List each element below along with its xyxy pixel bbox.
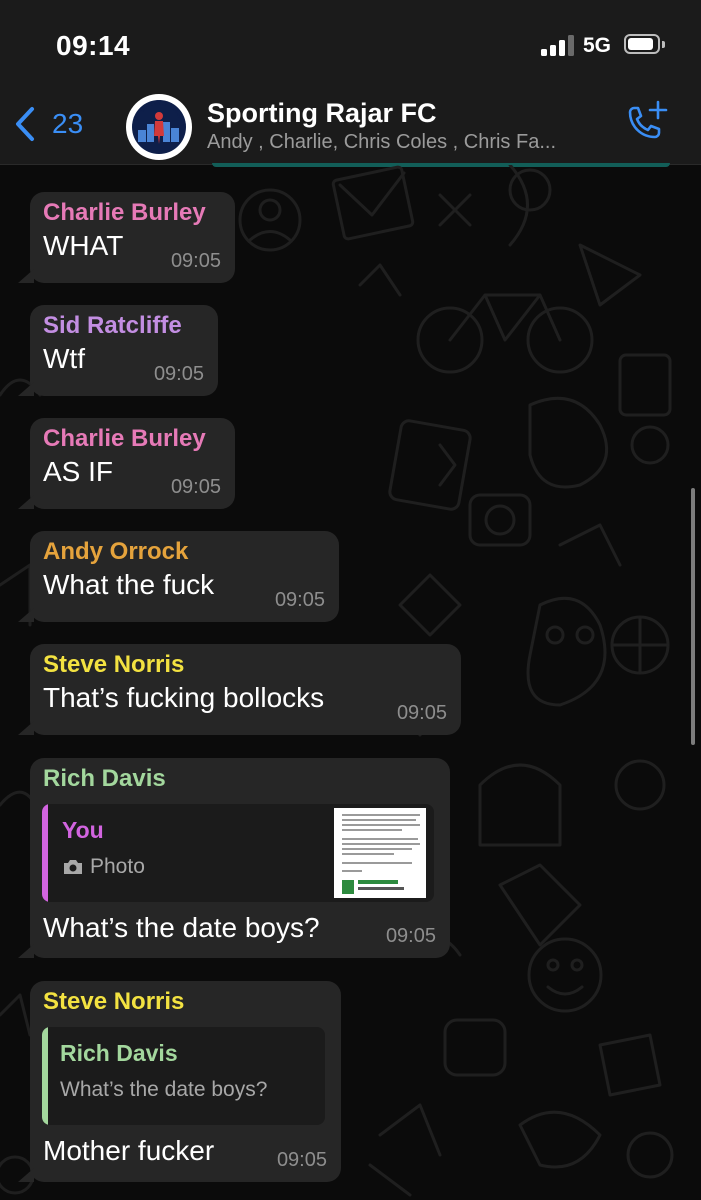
- message-bubble[interactable]: Charlie Burley AS IF 09:05: [18, 418, 235, 509]
- quote-author: You: [62, 817, 104, 843]
- quote-bar: [42, 1027, 48, 1125]
- quote-text: What’s the date boys?: [60, 1078, 268, 1101]
- club-crest-icon: SPORTING RAJAR FC: [126, 94, 191, 159]
- unread-count: 23: [52, 108, 84, 139]
- chat-title[interactable]: Sporting Rajar FC: [207, 98, 437, 129]
- network-type: 5G: [583, 34, 612, 57]
- message-bubble[interactable]: Steve Norris That’s fucking bollocks 09:…: [18, 644, 461, 735]
- message-bubble[interactable]: Steve Norris Rich Davis What’s the date …: [18, 981, 341, 1182]
- quote-bar: [42, 804, 48, 902]
- quoted-message[interactable]: You Photo: [42, 804, 434, 902]
- back-button[interactable]: 23: [12, 104, 83, 144]
- message-sender: Steve Norris: [43, 651, 185, 678]
- message-bubble[interactable]: Charlie Burley WHAT 09:05: [18, 192, 235, 283]
- battery-level: [628, 38, 654, 50]
- message-time: 09:05: [385, 925, 436, 947]
- message-text: That’s fucking bollocks: [43, 682, 325, 713]
- message-time: 09:05: [276, 1149, 327, 1171]
- group-avatar[interactable]: SPORTING RAJAR FC: [126, 94, 192, 160]
- message-sender: Andy Orrock: [43, 538, 189, 565]
- photo-thumbnail: [334, 808, 426, 898]
- message-sender: Steve Norris: [43, 988, 185, 1015]
- status-bar: 09:14 5G: [0, 0, 701, 90]
- message-sender: Charlie Burley: [43, 425, 206, 452]
- phone-plus-icon: [628, 100, 668, 139]
- camera-icon: [64, 860, 82, 874]
- photo-preview: [334, 808, 426, 898]
- battery-tip: [662, 41, 665, 48]
- message-bubble[interactable]: Andy Orrock What the fuck 09:05: [18, 531, 339, 622]
- quote-text: Photo: [90, 855, 145, 878]
- battery-icon: [624, 34, 660, 54]
- quoted-message[interactable]: Rich Davis What’s the date boys?: [42, 1027, 325, 1125]
- message-bubble[interactable]: Rich Davis You Photo What’s the date boy…: [18, 758, 450, 958]
- signal-icon: [541, 34, 577, 56]
- message-sender: Charlie Burley: [43, 199, 206, 226]
- message-sender: Rich Davis: [43, 765, 166, 792]
- chat-header: 23 SPORTING RAJAR FC Sporting Rajar FC A…: [0, 90, 701, 165]
- status-time: 09:14: [56, 30, 131, 61]
- chat-participants[interactable]: Andy , Charlie, Chris Coles , Chris Fa..…: [207, 131, 612, 154]
- add-call-button[interactable]: [622, 100, 670, 146]
- message-time: 09:05: [274, 589, 325, 611]
- chevron-left-icon: [16, 107, 34, 141]
- message-bubble[interactable]: Sid Ratcliffe Wtf 09:05: [18, 305, 218, 396]
- message-sender: Sid Ratcliffe: [43, 312, 182, 339]
- chat-area[interactable]: Charlie Burley WHAT 09:05 Sid Ratcliffe …: [0, 165, 701, 1200]
- message-time: 09:05: [170, 476, 221, 498]
- scrollbar[interactable]: [691, 488, 695, 745]
- message-time: 09:05: [153, 363, 204, 385]
- message-text: What’s the date boys?: [43, 912, 320, 943]
- message-time: 09:05: [170, 250, 221, 272]
- message-time: 09:05: [396, 702, 447, 724]
- quote-author: Rich Davis: [60, 1040, 178, 1066]
